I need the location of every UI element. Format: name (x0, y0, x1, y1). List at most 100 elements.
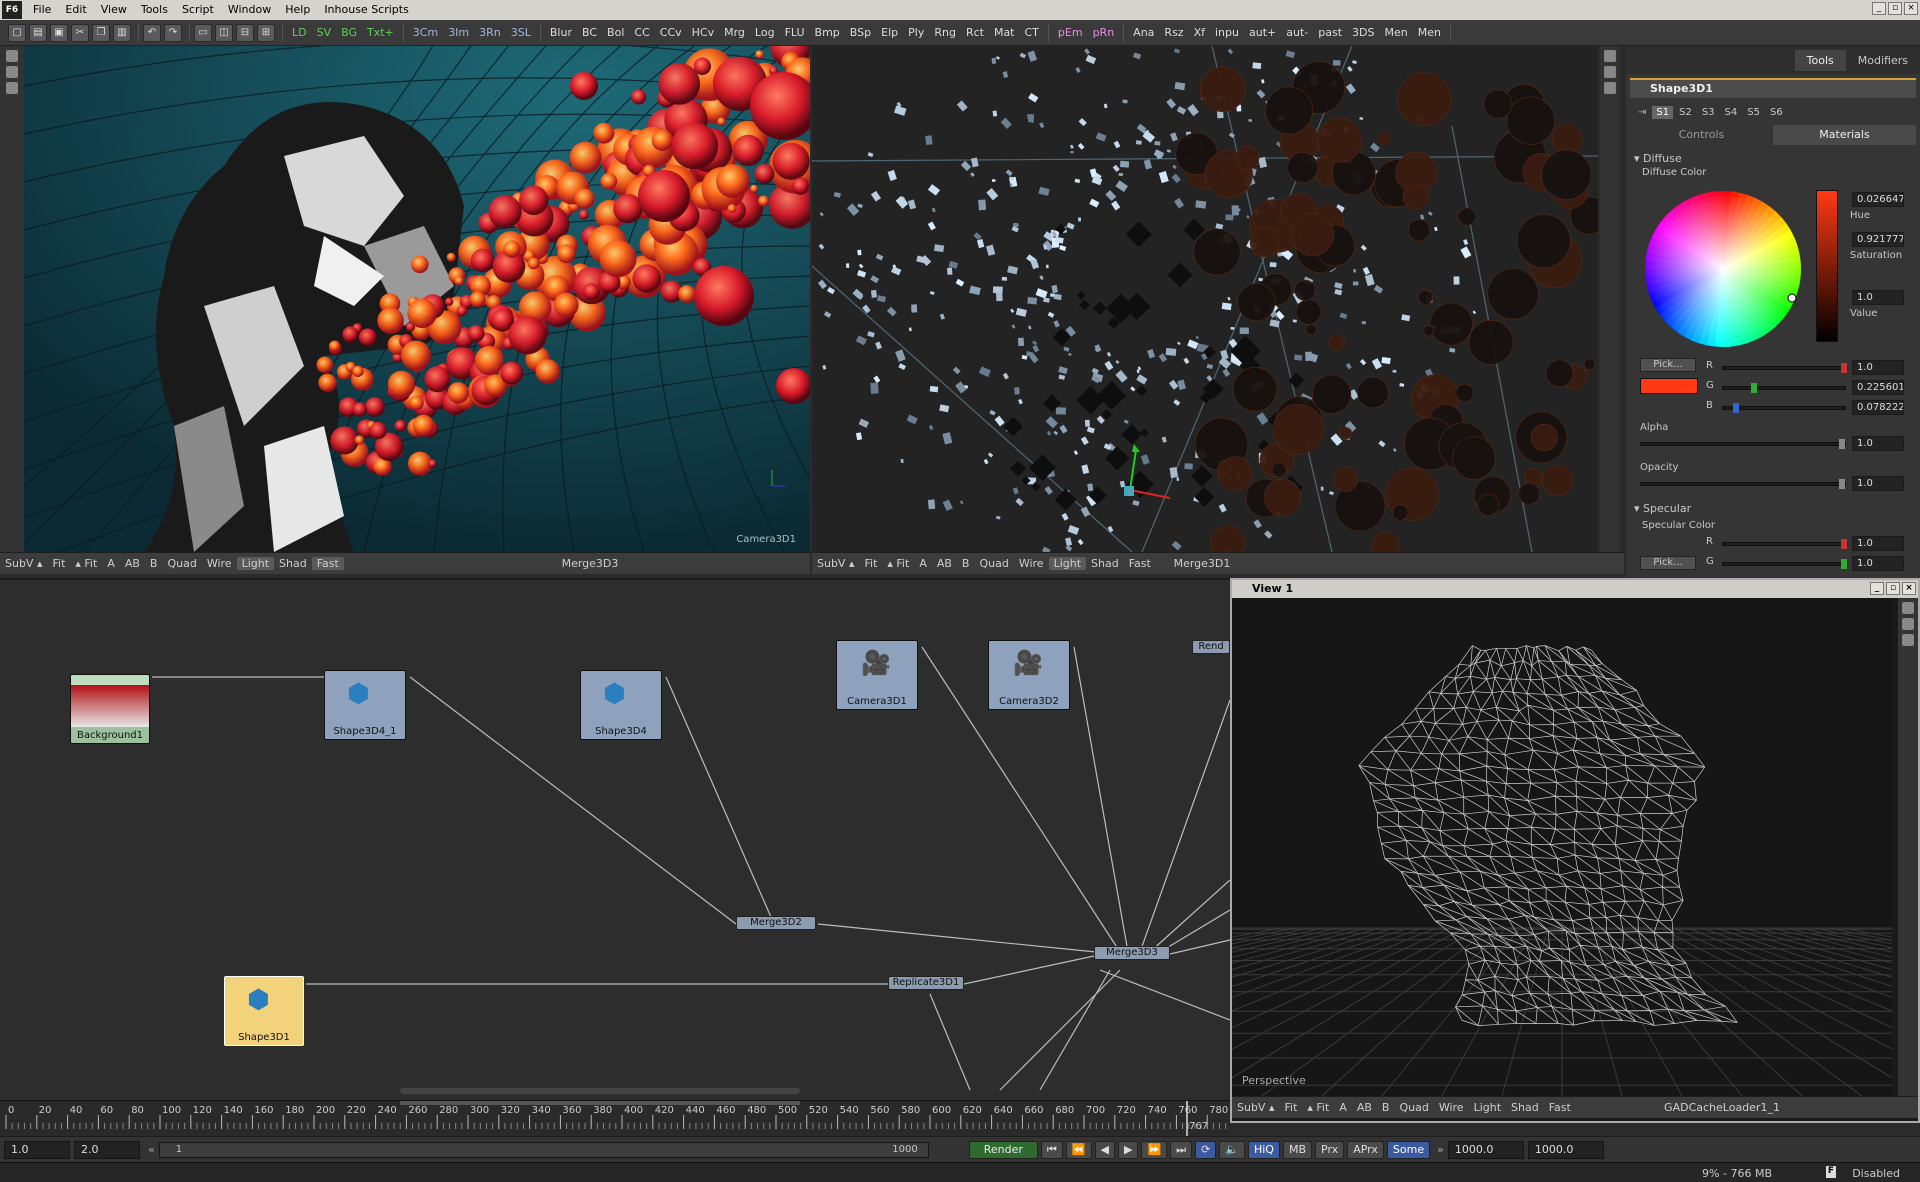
tool-men-button[interactable]: Men (1379, 23, 1412, 43)
saturation-field[interactable]: 0.921777 (1852, 232, 1904, 247)
open-icon[interactable]: ▤ (29, 23, 47, 42)
range-right-arrows[interactable]: » (1433, 1143, 1448, 1156)
alpha-slider[interactable] (1640, 439, 1846, 449)
node-replicate3d1[interactable]: Replicate3D1 (888, 976, 964, 990)
viewer-a-button[interactable]: A (1334, 1101, 1352, 1114)
node-shape3d4-1[interactable]: ⬢ Shape3D4_1 (324, 670, 406, 740)
flow-scrollbar[interactable] (400, 1088, 800, 1094)
tool-mat-button[interactable]: Mat (989, 23, 1020, 43)
tool-inpu-button[interactable]: inpu (1210, 23, 1244, 43)
viewer-right[interactable] (812, 46, 1598, 552)
tool-3cm-button[interactable]: 3Cm (408, 23, 443, 43)
layout-single-icon[interactable]: ▭ (194, 23, 212, 42)
close-button[interactable]: × (1904, 2, 1918, 15)
viewer-wire-button[interactable]: Wire (202, 557, 237, 570)
tool-blur-button[interactable]: Blur (545, 23, 577, 43)
subtab-s6[interactable]: S6 (1766, 106, 1787, 119)
timeline[interactable]: 0 20 40 60 80 100 120 140 160 180 200 220 240 260 280 3… (0, 1100, 1233, 1137)
view1-close-button[interactable]: × (1902, 582, 1916, 595)
timeline-scrollbar[interactable] (400, 1101, 800, 1105)
tool-aut-button[interactable]: aut+ (1244, 23, 1281, 43)
node-render[interactable]: Rend (1192, 640, 1230, 654)
tab-tools[interactable]: Tools (1794, 49, 1846, 71)
menu-edit[interactable]: Edit (58, 0, 93, 20)
menu-inhouse-scripts[interactable]: Inhouse Scripts (317, 0, 416, 20)
subtab-s1[interactable]: S1 (1652, 106, 1674, 119)
layout-h-icon[interactable]: ⊟ (236, 23, 254, 42)
viewer-quad-button[interactable]: Quad (162, 557, 201, 570)
diffuse-swatch[interactable] (1640, 378, 1698, 394)
spec-r-slider[interactable] (1722, 539, 1847, 549)
r-field[interactable]: 1.0 (1852, 360, 1904, 375)
viewer-subv-button[interactable]: SubV ▴ (0, 557, 47, 570)
node-merge3d3[interactable]: Merge3D3 (1094, 946, 1170, 960)
menu-window[interactable]: Window (221, 0, 278, 20)
render-button[interactable]: Render (968, 1140, 1038, 1159)
viewer-b-button[interactable]: B (957, 557, 975, 570)
value-bar[interactable] (1816, 190, 1838, 342)
opacity-slider[interactable] (1640, 479, 1846, 489)
viewer-ab-button[interactable]: AB (932, 557, 957, 570)
tool-bsp-button[interactable]: BSp (845, 23, 876, 43)
viewer-a-button[interactable]: A (102, 557, 120, 570)
specular-pick-button[interactable]: Pick... (1640, 556, 1696, 570)
node-background1[interactable]: Background1 (70, 674, 150, 744)
tab-modifiers[interactable]: Modifiers (1846, 50, 1920, 71)
viewer-subv-button[interactable]: SubV ▴ (812, 557, 859, 570)
menu-file[interactable]: File (26, 0, 58, 20)
viewer-wire-button[interactable]: Wire (1434, 1101, 1469, 1114)
range-left-arrows[interactable]: « (144, 1143, 159, 1156)
view1-minimize-button[interactable]: _ (1870, 582, 1884, 595)
tool-sv-button[interactable]: SV (312, 23, 337, 43)
minimize-button[interactable]: _ (1872, 2, 1886, 15)
prx-button[interactable]: Prx (1315, 1140, 1345, 1159)
subtab-s3[interactable]: S3 (1698, 106, 1719, 119)
audio-button[interactable]: 🔈 (1219, 1140, 1245, 1159)
node-camera3d2[interactable]: 🎥 Camera3D2 (988, 640, 1070, 710)
tool-3rn-button[interactable]: 3Rn (474, 23, 506, 43)
viewer-quad-button[interactable]: Quad (1394, 1101, 1433, 1114)
last-frame-button[interactable]: ⏭ (1170, 1140, 1193, 1159)
tool-ply-button[interactable]: Ply (903, 23, 929, 43)
viewer-ab-button[interactable]: AB (120, 557, 145, 570)
menu-script[interactable]: Script (175, 0, 221, 20)
tool-bg-button[interactable]: BG (336, 23, 362, 43)
redo-icon[interactable]: ↷ (164, 23, 182, 42)
tool-3sl-button[interactable]: 3SL (506, 23, 536, 43)
r-slider[interactable] (1722, 363, 1847, 373)
g-slider[interactable] (1722, 383, 1846, 393)
tab-controls[interactable]: Controls (1630, 125, 1773, 145)
b-field[interactable]: 0.078222 (1852, 400, 1904, 415)
fast-forward-button[interactable]: ⏩ (1141, 1140, 1168, 1159)
diffuse-pick-button[interactable]: Pick... (1640, 358, 1696, 372)
end-frame-field[interactable]: 2.0 (74, 1140, 140, 1159)
global-end-field[interactable]: 1000.0 (1527, 1140, 1604, 1159)
tool-rng-button[interactable]: Rng (929, 23, 961, 43)
tool-ct-button[interactable]: CT (1020, 23, 1044, 43)
node-shape3d1[interactable]: ⬢ Shape3D1 (224, 976, 304, 1046)
tool-pem-button[interactable]: pEm (1053, 23, 1088, 43)
viewer-subv-button[interactable]: SubV ▴ (1232, 1101, 1279, 1114)
tool-3im-button[interactable]: 3Im (443, 23, 474, 43)
spec-r-field[interactable]: 1.0 (1852, 536, 1904, 551)
g-field[interactable]: 0.225601 (1852, 380, 1904, 395)
mb-button[interactable]: MB (1282, 1140, 1313, 1159)
tool-flu-button[interactable]: FLU (780, 23, 810, 43)
tool-mrg-button[interactable]: Mrg (719, 23, 750, 43)
tool-3ds-button[interactable]: 3DS (1347, 23, 1379, 43)
subtab-s2[interactable]: S2 (1675, 106, 1696, 119)
pin-icon[interactable]: ⇥ (1634, 106, 1650, 119)
paste-icon[interactable]: ▥ (113, 23, 131, 42)
tool-hcv-button[interactable]: HCv (687, 23, 719, 43)
color-wheel[interactable] (1644, 190, 1802, 348)
range-slider[interactable]: 1 1000 (158, 1141, 929, 1158)
tool-cc-button[interactable]: CC (629, 23, 654, 43)
copy-icon[interactable]: ❐ (92, 23, 110, 42)
play-button[interactable]: ▶ (1117, 1140, 1139, 1159)
viewer-ab-button[interactable]: AB (1352, 1101, 1377, 1114)
view1-maximize-button[interactable]: ▫ (1886, 582, 1900, 595)
hiq-button[interactable]: HiQ (1247, 1140, 1280, 1159)
subtab-s4[interactable]: S4 (1721, 106, 1742, 119)
viewer-fast-button[interactable]: Fast (311, 557, 344, 570)
tool-rct-button[interactable]: Rct (961, 23, 989, 43)
